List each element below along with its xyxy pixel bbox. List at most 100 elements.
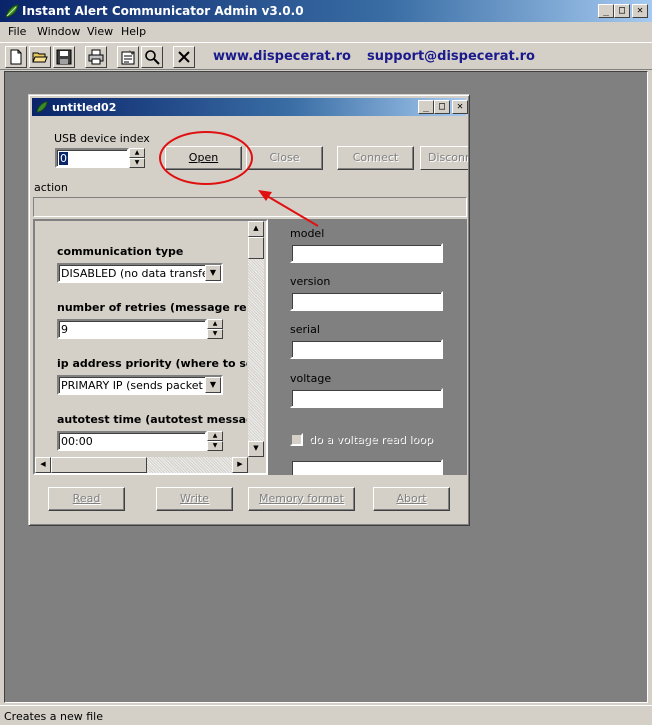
retries-label: number of retries (message resen [57,301,247,314]
horizontal-scrollbar[interactable]: ◀ ▶ [35,457,248,473]
scroll-up-icon[interactable]: ▲ [248,221,264,237]
close-label: Close [269,151,300,164]
retries-input[interactable]: 9 [57,319,207,339]
spin-down-icon[interactable]: ▼ [207,329,223,339]
voltage-loop-checkbox[interactable] [290,433,303,446]
settings-scroll-panel[interactable]: communication type DISABLED (no data tra… [33,219,268,475]
open-folder-icon [32,52,48,63]
spin-down-icon[interactable]: ▼ [207,441,223,451]
child-close-button[interactable]: ✕ [452,100,468,114]
menu-file[interactable]: File [8,25,26,38]
search-button[interactable] [141,46,163,68]
open-label: Open [188,151,219,164]
dropdown-arrow-icon[interactable]: ▼ [205,265,221,281]
usb-index-spinner[interactable]: ▲ ▼ [129,148,145,168]
spin-up-icon[interactable]: ▲ [129,148,145,158]
usb-device-index-value: 0 [59,152,68,165]
vertical-scroll-thumb[interactable] [248,237,264,259]
horizontal-scroll-thumb[interactable] [51,457,147,473]
new-file-button[interactable] [5,46,27,68]
memory-format-button[interactable]: Memory format [248,487,355,511]
communication-type-value: DISABLED (no data transfer) [61,267,218,280]
save-disk-icon [56,49,72,65]
minimize-button[interactable]: _ [598,4,614,18]
child-maximize-button[interactable]: □ [434,100,450,114]
close-button[interactable]: ✕ [632,4,648,18]
support-email-link[interactable]: support@dispecerat.ro [367,49,535,64]
status-text: Creates a new file [4,710,103,723]
vertical-scrollbar[interactable]: ▲ ▼ [248,221,264,457]
disconnect-label: Disconne [428,151,468,164]
abort-label: Abort [396,492,427,505]
abort-button[interactable]: Abort [373,487,450,511]
maximize-button[interactable]: □ [614,4,630,18]
read-button[interactable]: Read [48,487,125,511]
usb-device-index-input[interactable]: 0 [55,148,129,168]
version-field[interactable] [290,291,443,311]
spin-up-icon[interactable]: ▲ [207,319,223,329]
close-device-button[interactable]: Close [246,146,323,170]
menu-view[interactable]: View [87,25,113,38]
retries-value: 9 [61,323,68,336]
version-label: version [290,275,331,288]
print-button[interactable] [85,46,107,68]
website-link[interactable]: www.dispecerat.ro [213,49,351,64]
app-leaf-icon [5,4,19,18]
device-info-panel: model version serial voltage do a voltag… [268,219,467,475]
model-field[interactable] [290,243,443,263]
close-x-icon [178,51,190,63]
scroll-left-icon[interactable]: ◀ [35,457,51,473]
child-window: untitled02 _ □ ✕ USB device index 0 ▲ ▼ … [28,94,470,526]
communication-type-label: communication type [57,245,184,258]
write-label: Write [179,492,210,505]
ip-priority-select[interactable]: PRIMARY IP (sends packet to ▼ [57,375,223,395]
read-label: Read [72,492,101,505]
serial-label: serial [290,323,320,336]
menu-help[interactable]: Help [121,25,146,38]
close-document-button[interactable] [173,46,195,68]
model-label: model [290,227,325,240]
autotest-spinner[interactable]: ▲ ▼ [207,431,223,451]
autotest-input[interactable]: 00:00 [57,431,207,451]
connect-label: Connect [352,151,399,164]
menu-window[interactable]: Window [37,25,80,38]
print-icon [88,49,104,65]
disconnect-button[interactable]: Disconne [420,146,468,170]
autotest-label: autotest time (autotest message [57,413,247,426]
connect-button[interactable]: Connect [337,146,414,170]
child-minimize-button[interactable]: _ [418,100,434,114]
child-title: untitled02 [52,101,117,114]
autotest-value: 00:00 [61,435,93,448]
action-label: action [34,181,68,194]
dropdown-arrow-icon[interactable]: ▼ [205,377,221,393]
scroll-down-icon[interactable]: ▼ [248,441,264,457]
save-button[interactable] [53,46,75,68]
spin-down-icon[interactable]: ▼ [129,158,145,168]
properties-icon [121,50,135,65]
status-bar: Creates a new file [0,705,652,725]
voltage-loop-label: do a voltage read loop [309,433,433,446]
write-button[interactable]: Write [156,487,233,511]
serial-field[interactable] [290,339,443,359]
properties-button[interactable] [117,46,139,68]
menu-bar: File Window View Help [0,22,652,42]
open-button[interactable] [29,46,51,68]
voltage-field[interactable] [290,388,443,408]
app-title: Instant Alert Communicator Admin v3.0.0 [22,4,304,18]
voltage-label: voltage [290,372,332,385]
child-leaf-icon [36,101,48,113]
toolbar: www.dispecerat.ro support@dispecerat.ro [0,42,652,70]
spin-up-icon[interactable]: ▲ [207,431,223,441]
ip-priority-value: PRIMARY IP (sends packet to [61,379,204,392]
retries-spinner[interactable]: ▲ ▼ [207,319,223,339]
scroll-right-icon[interactable]: ▶ [232,457,248,473]
ip-priority-label: ip address priority (where to send [57,357,247,370]
open-button[interactable]: Open [165,146,242,170]
child-title-bar: untitled02 _ □ ✕ [32,98,468,116]
voltage-log-box[interactable] [290,459,443,475]
app-title-bar: Instant Alert Communicator Admin v3.0.0 … [0,0,652,22]
usb-device-index-label: USB device index [54,132,150,145]
communication-type-select[interactable]: DISABLED (no data transfer) ▼ [57,263,223,283]
search-icon [145,50,160,65]
memory-format-label: Memory format [259,492,344,505]
